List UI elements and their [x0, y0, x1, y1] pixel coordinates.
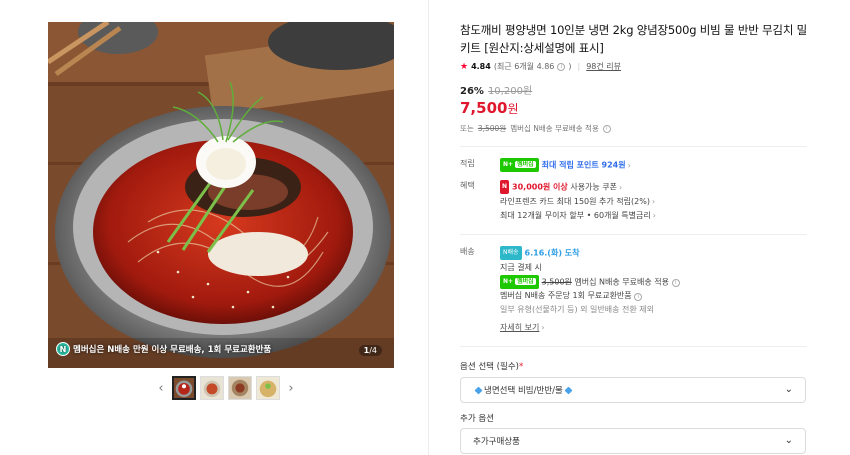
cube-icon	[564, 386, 573, 394]
image-page-total: /4	[369, 346, 377, 355]
divider	[460, 234, 807, 235]
additional-option-label: 추가 옵션	[460, 414, 494, 424]
membership-icon: N	[56, 342, 70, 356]
required-option-label: 옵션 선택 (필수)*	[460, 362, 524, 372]
original-price: 10,200원	[487, 86, 533, 97]
cube-icon	[474, 386, 483, 394]
membership-banner: N 멤버십은 N배송 만원 이상 무료배송, 1회 무료교환반품	[56, 340, 271, 358]
return-text: 멤버십 N배송 주문당 1회 무료교환반품	[500, 291, 632, 300]
chevron-right-icon: ›	[651, 196, 656, 206]
required-option-select[interactable]: 냉면선택 비빔/반반/물 ⌄	[460, 377, 806, 403]
required-option-value: 냉면선택 비빔/반반/물	[484, 386, 563, 396]
membership-banner-text: 멤버십은 N배송 만원 이상 무료배송, 1회 무료교환반품	[73, 345, 272, 355]
thumbnail-strip: ‹ ›	[154, 376, 298, 400]
points-section: 적립 N+ 멤버십 최대 적립 포인트 924원 ›	[460, 158, 810, 172]
delivery-condition: 지금 결제 시	[500, 262, 542, 272]
chevron-right-icon[interactable]: ›	[284, 381, 298, 396]
card-benefit-row[interactable]: 라인프렌즈 카드 최대 150원 추가 적립(2%) ›	[500, 195, 656, 209]
max-points-link[interactable]: 최대 적립 포인트 924원	[542, 161, 626, 170]
thumbnail-2[interactable]	[200, 376, 224, 400]
divider	[460, 346, 807, 347]
exception-text: 일부 유형(선물하기 등) 외 일반배송 전환 제외	[500, 305, 654, 314]
review-count-link[interactable]: 98건 리뷰	[586, 61, 621, 72]
naengmyeon-photo	[48, 22, 394, 368]
delivery-badge: N배송	[500, 246, 522, 260]
additional-option-value: 추가구매상품	[473, 437, 520, 447]
sale-price-value: 7,500	[460, 99, 508, 117]
chevron-right-icon: ›	[619, 182, 623, 192]
delivery-section: 배송 N배송 6.16.(화) 도착 지금 결제 시 N+ 멤버십 3,500원 멤버…	[460, 246, 810, 336]
chevron-right-icon: ›	[627, 160, 631, 170]
discount-rate: 26%	[460, 86, 484, 97]
info-icon[interactable]: i	[557, 62, 566, 71]
thumbnail-1[interactable]	[172, 376, 196, 400]
coupon-text: 사용가능 쿠폰	[570, 182, 618, 192]
sale-price-unit: 원	[507, 102, 519, 116]
chevron-down-icon: ⌄	[784, 384, 793, 395]
npay-badge: N+ 멤버십	[500, 274, 539, 289]
sale-price: 7,500원	[460, 99, 810, 117]
chevron-right-icon: ›	[541, 323, 545, 332]
info-icon[interactable]: i	[634, 293, 643, 301]
rating-row: ★ 4.84 (최근 6개월 4.86 i) | 98건 리뷰	[460, 61, 622, 72]
rating-recent: (최근 6개월 4.86	[493, 62, 555, 71]
info-icon[interactable]: i	[671, 279, 680, 287]
chevron-down-icon: ⌄	[784, 435, 793, 446]
delivery-ship-text: 멤버십 N배송 무료배송 적용	[574, 277, 670, 286]
thumbnail-4[interactable]	[256, 376, 280, 400]
image-page-counter: 1/4	[358, 345, 382, 356]
shipping-original: 3,500원	[477, 124, 507, 133]
product-info: 참도깨비 평양냉면 10인분 냉면 2kg 양념장500g 비빔 물 반반 무김…	[460, 21, 810, 134]
additional-option-select[interactable]: 추가구매상품 ⌄	[460, 428, 806, 454]
shipping-note: 또는 3,500원 멤버십 N배송 무료배송 적용 i	[460, 123, 810, 134]
shipping-text: 멤버십 N배송 무료배송 적용	[510, 124, 599, 133]
benefits-label: 혜택	[460, 181, 475, 190]
star-icon: ★	[460, 61, 469, 72]
npay-badge: N+ 멤버십	[500, 158, 539, 172]
coupon-row[interactable]: N 30,000원 이상 사용가능 쿠폰 ›	[500, 180, 656, 195]
delivery-ship-original: 3,500원	[541, 277, 572, 286]
shipping-prefix: 또는	[460, 124, 474, 133]
coupon-amount: 30,000원 이상	[512, 182, 568, 192]
chevron-right-icon: ›	[652, 210, 656, 220]
product-title: 참도깨비 평양냉면 10인분 냉면 2kg 양념장500g 비빔 물 반반 무김…	[460, 23, 808, 55]
rating-score: 4.84	[471, 62, 491, 71]
info-icon[interactable]: i	[602, 124, 611, 133]
divider	[460, 146, 807, 147]
thumbnail-3[interactable]	[228, 376, 252, 400]
price-block: 26% 10,200원 7,500원 또는 3,500원 멤버십 N배송 무료배…	[460, 82, 810, 134]
product-main-image[interactable]: N 멤버십은 N배송 만원 이상 무료배송, 1회 무료교환반품 1/4	[48, 22, 394, 368]
chevron-left-icon[interactable]: ‹	[154, 381, 168, 396]
more-details-link[interactable]: 자세히 보기	[500, 323, 539, 332]
coupon-icon: N	[500, 180, 510, 194]
points-label: 적립	[460, 159, 475, 168]
delivery-date: 6.16.(화) 도착	[524, 248, 580, 258]
installment-row[interactable]: 최대 12개월 무이자 할부 • 60개월 특별금리 ›	[500, 209, 656, 223]
column-divider	[428, 0, 429, 455]
delivery-label: 배송	[460, 247, 475, 256]
benefits-section: 혜택 N 30,000원 이상 사용가능 쿠폰 › 라인프렌즈 카드 최대 150원…	[460, 180, 810, 224]
